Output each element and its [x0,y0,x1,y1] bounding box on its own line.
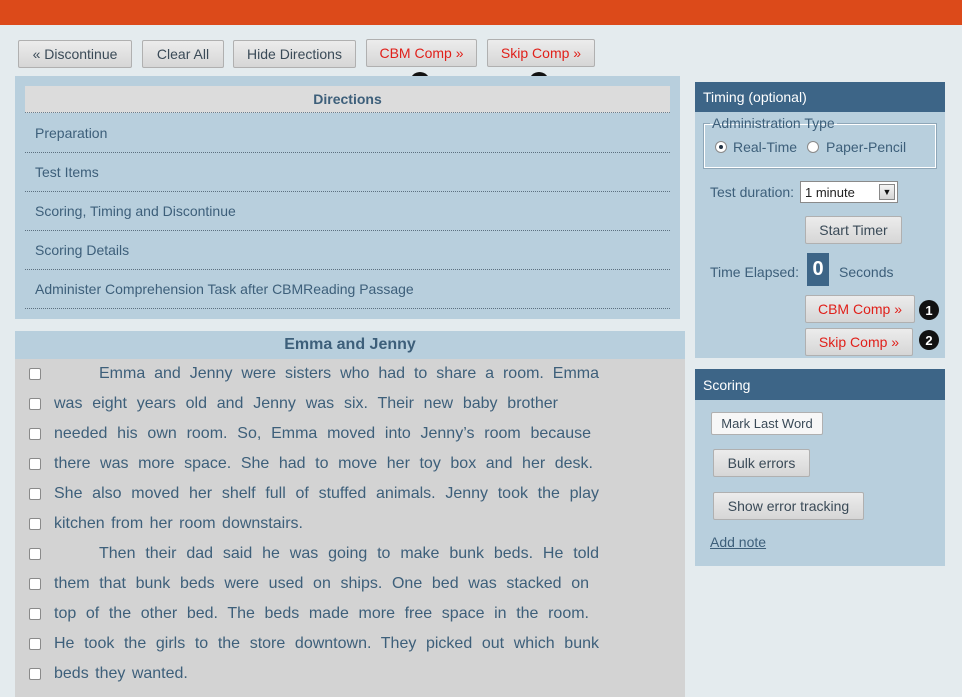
passage-line-text[interactable]: He took the girls to the store downtown.… [54,635,599,653]
passage-line-text[interactable]: Then their dad said he was going to make… [99,545,599,563]
timing-header: Timing (optional) [695,82,945,112]
directions-header: Directions [25,86,670,113]
mark-last-word-button[interactable]: Mark Last Word [711,412,823,435]
administration-type-group: Administration Type Real-Time Paper-Penc… [703,115,937,169]
passage-line: top of the other bed. The beds made more… [15,601,685,631]
timing-panel: Timing (optional) Administration Type Re… [695,82,945,358]
line-checkbox[interactable] [29,668,41,680]
passage-line: them that bunk beds were used on ships. … [15,571,685,601]
add-note-link[interactable]: Add note [710,534,766,550]
line-checkbox[interactable] [29,368,41,380]
directions-item-test-items[interactable]: Test Items [25,153,670,192]
directions-item-scoring-details[interactable]: Scoring Details [25,231,670,270]
line-checkbox[interactable] [29,638,41,650]
show-error-tracking-button[interactable]: Show error tracking [713,492,864,520]
scoring-header: Scoring [695,369,945,400]
bulk-errors-button[interactable]: Bulk errors [713,449,810,477]
passage-line-text[interactable]: needed his own room. So, Emma moved into… [54,425,591,443]
passage-line: kitchen from her room downstairs. [15,511,685,541]
paper-pencil-radio[interactable] [807,141,819,153]
directions-panel: Directions Preparation Test Items Scorin… [15,76,680,319]
passage-line-text[interactable]: Emma and Jenny were sisters who had to s… [99,365,599,383]
passage-line-text[interactable]: kitchen from her room downstairs. [54,515,599,533]
passage-line: beds they wanted. [15,661,685,691]
clear-all-button[interactable]: Clear All [142,40,224,68]
passage-line-text[interactable]: top of the other bed. The beds made more… [54,605,589,623]
callout-badge-2: 2 [919,330,939,350]
passage-line: was eight years old and Jenny was six. T… [15,391,685,421]
time-elapsed-label: Time Elapsed: [710,264,799,280]
passage-panel: Emma and Jenny Emma and Jenny were siste… [15,331,685,697]
line-checkbox[interactable] [29,578,41,590]
timing-cbm-comp-button[interactable]: CBM Comp » [805,295,915,323]
line-checkbox[interactable] [29,548,41,560]
administration-type-legend: Administration Type [712,115,835,131]
passage-line-text[interactable]: was eight years old and Jenny was six. T… [54,395,558,413]
cbm-comp-button[interactable]: CBM Comp » [366,39,477,67]
time-elapsed-value: 0 [807,253,829,286]
line-checkbox[interactable] [29,398,41,410]
directions-item-scoring-timing[interactable]: Scoring, Timing and Discontinue [25,192,670,231]
directions-item-comprehension-task[interactable]: Administer Comprehension Task after CBMR… [25,270,670,309]
test-duration-label: Test duration: [710,184,795,200]
passage-title: Emma and Jenny [15,331,685,359]
line-checkbox[interactable] [29,518,41,530]
line-checkbox[interactable] [29,458,41,470]
line-checkbox[interactable] [29,608,41,620]
timing-skip-comp-button[interactable]: Skip Comp » [805,328,913,356]
passage-line: He took the girls to the store downtown.… [15,631,685,661]
realtime-radio[interactable] [715,141,727,153]
start-timer-button[interactable]: Start Timer [805,216,902,244]
test-duration-select[interactable]: 1 minute ▼ [800,181,898,203]
scoring-panel: Scoring Mark Last Word Bulk errors Show … [695,369,945,566]
line-checkbox[interactable] [29,428,41,440]
hide-directions-button[interactable]: Hide Directions [233,40,356,68]
passage-line: there was more space. She had to move he… [15,451,685,481]
chevron-down-icon[interactable]: ▼ [879,184,895,200]
top-header-bar [0,0,962,25]
passage-line: She also moved her shelf full of stuffed… [15,481,685,511]
line-checkbox[interactable] [29,488,41,500]
passage-line: Then their dad said he was going to make… [15,541,685,571]
callout-badge-1: 1 [919,300,939,320]
directions-item-preparation[interactable]: Preparation [25,114,670,153]
passage-line: needed his own room. So, Emma moved into… [15,421,685,451]
passage-line-text[interactable]: She also moved her shelf full of stuffed… [54,485,599,503]
discontinue-button[interactable]: « Discontinue [18,40,132,68]
passage-line-text[interactable]: there was more space. She had to move he… [54,455,593,473]
seconds-label: Seconds [839,264,894,280]
realtime-label[interactable]: Real-Time [733,139,797,155]
paper-pencil-label[interactable]: Paper-Pencil [826,139,906,155]
passage-line-text[interactable]: them that bunk beds were used on ships. … [54,575,589,593]
passage-line-text[interactable]: beds they wanted. [54,665,599,683]
passage-line: Emma and Jenny were sisters who had to s… [15,361,685,391]
test-duration-value: 1 minute [805,184,855,200]
skip-comp-button[interactable]: Skip Comp » [487,39,595,67]
